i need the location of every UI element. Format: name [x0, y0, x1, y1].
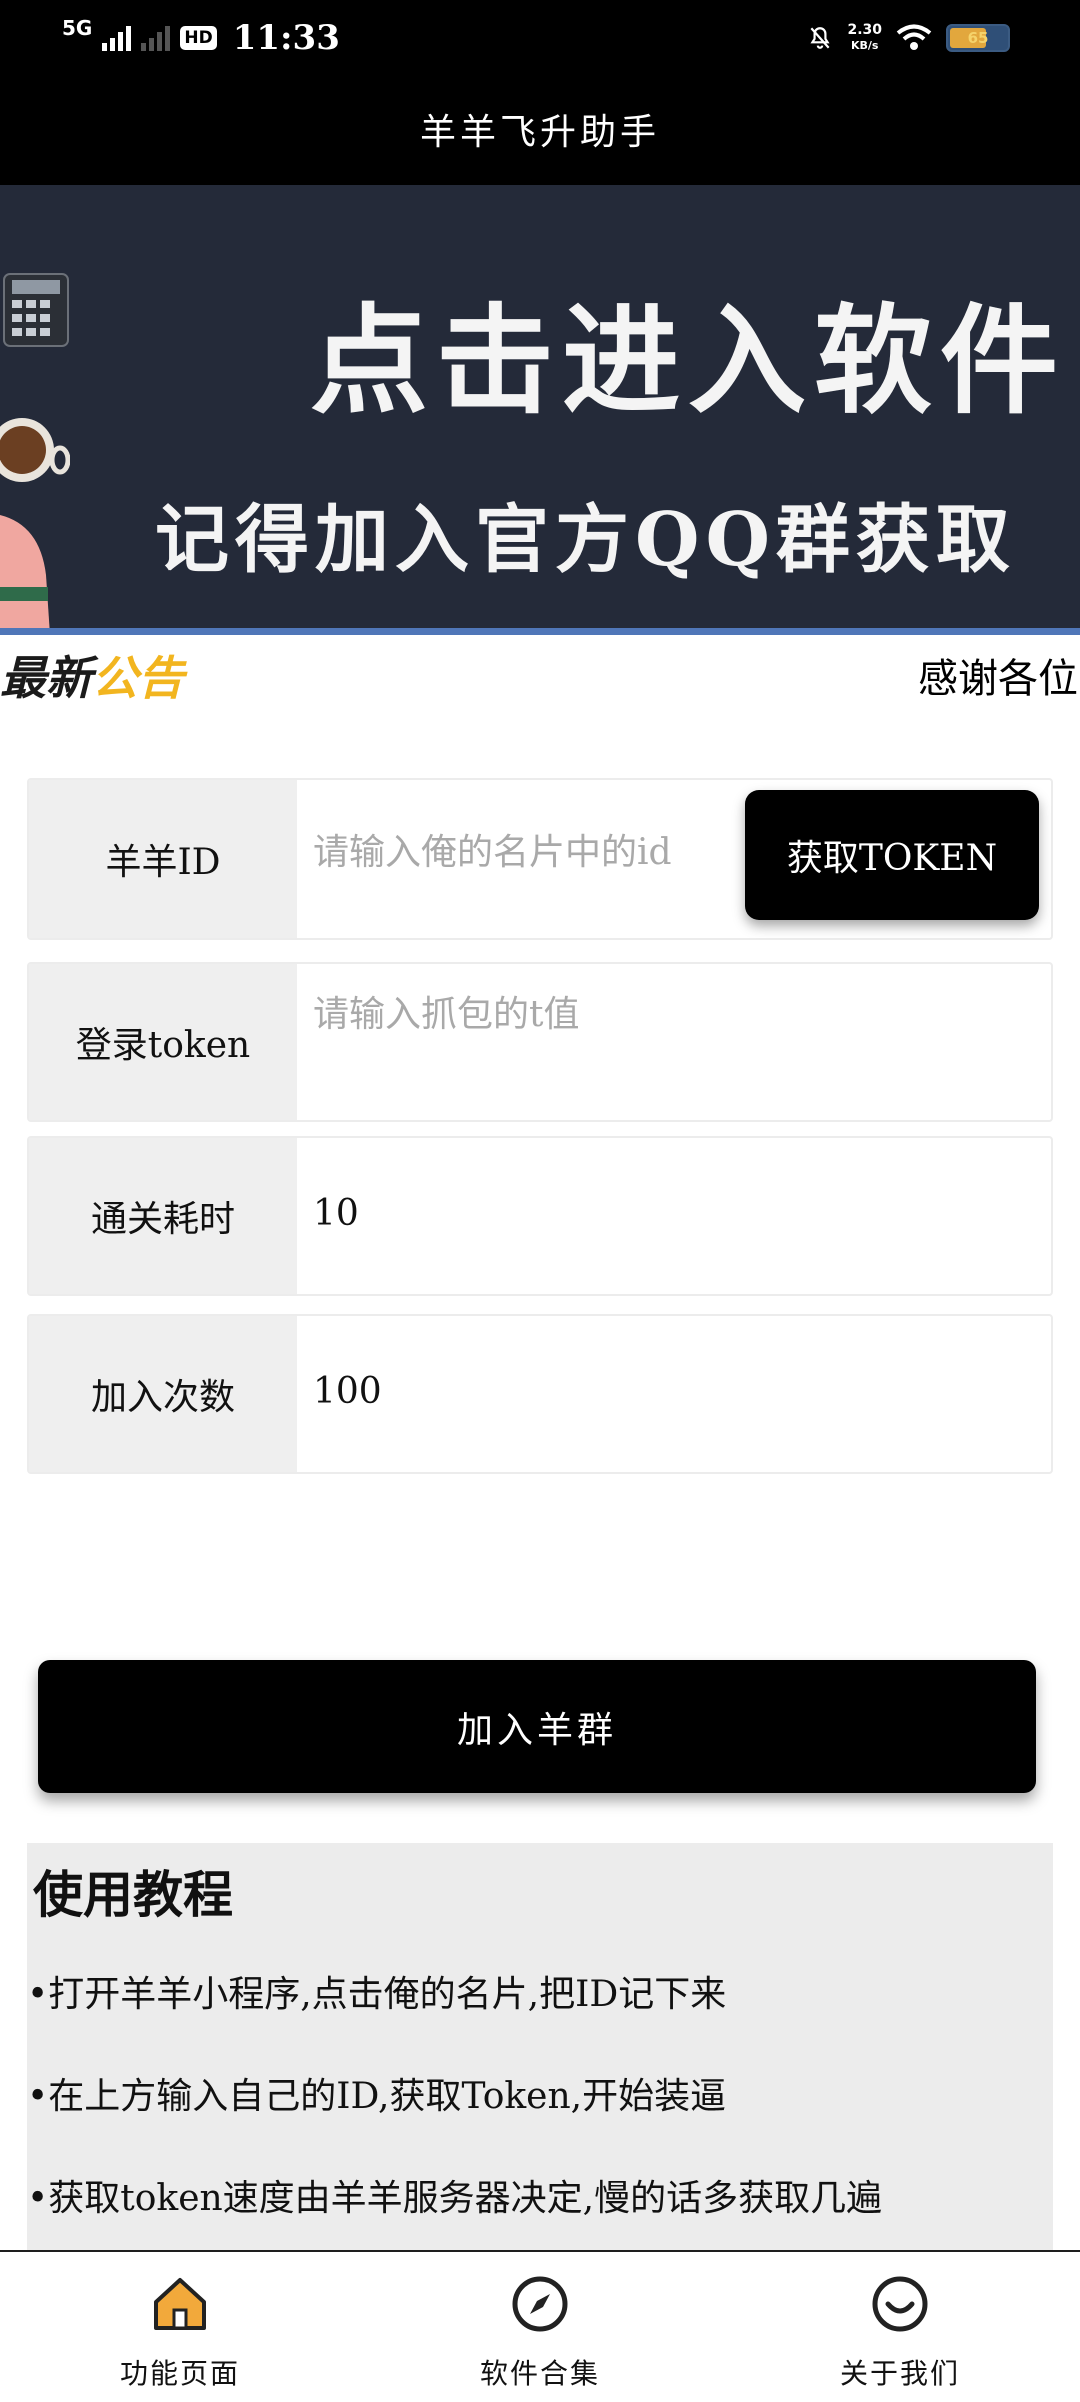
login-token-row: 登录token — [27, 962, 1053, 1122]
signal-icon — [102, 25, 132, 51]
nav-item-features[interactable]: 功能页面 — [0, 2252, 360, 2402]
tutorial-panel: 使用教程 •打开羊羊小程序,点击俺的名片,把ID记下来 •在上方输入自己的ID,… — [27, 1843, 1053, 2253]
calculator-icon — [3, 273, 69, 347]
banner-subline: 记得加入官方QQ群获取 — [155, 497, 1016, 583]
page-title: 羊羊飞升助手 — [0, 80, 1080, 185]
signal-2-icon — [141, 25, 171, 51]
clear-time-label: 通关耗时 — [29, 1138, 297, 1294]
promo-banner[interactable]: 点击进入软件 记得加入官方QQ群获取 — [0, 185, 1080, 635]
sheep-id-input[interactable] — [313, 832, 731, 873]
clock: 11:33 — [232, 18, 340, 58]
join-count-input[interactable] — [313, 1371, 1031, 1412]
compass-icon — [512, 2276, 568, 2332]
notice-logo: 最新公告 — [0, 651, 184, 700]
hd-badge: HD — [180, 26, 217, 50]
network-speed: 2.30 KB/s — [847, 22, 882, 52]
hand-illustration — [0, 515, 50, 635]
home-icon — [154, 2278, 206, 2330]
tutorial-step: •在上方输入自己的ID,获取Token,开始装逼 — [27, 2076, 727, 2117]
clear-time-input[interactable] — [313, 1193, 1031, 1234]
login-token-label: 登录token — [29, 964, 297, 1120]
nav-item-software[interactable]: 软件合集 — [360, 2252, 720, 2402]
join-count-label: 加入次数 — [29, 1316, 297, 1472]
muted-bell-icon — [810, 27, 830, 49]
get-token-button[interactable]: 获取TOKEN — [745, 790, 1039, 920]
join-flock-button[interactable]: 加入羊群 — [38, 1660, 1036, 1793]
tutorial-step: •获取token速度由羊羊服务器决定,慢的话多获取几遍 — [27, 2178, 883, 2219]
sheep-id-row: 羊羊ID 获取TOKEN — [27, 778, 1053, 940]
bottom-nav: 功能页面 软件合集 关于我们 — [0, 2250, 1080, 2400]
sheep-id-label: 羊羊ID — [29, 780, 297, 938]
banner-divider — [0, 628, 1080, 635]
status-bar: 5G HD 11:33 2.30 KB/s 65 — [0, 0, 1080, 80]
notice-bar[interactable]: 最新公告 感谢各位 — [0, 640, 1080, 700]
wifi-icon — [896, 24, 932, 50]
smiley-icon — [872, 2276, 928, 2332]
clear-time-row: 通关耗时 — [27, 1136, 1053, 1296]
login-token-input[interactable] — [313, 994, 1031, 1035]
tutorial-title: 使用教程 — [33, 1866, 233, 1924]
battery-icon: 65 — [946, 24, 1010, 52]
coffee-cup-icon — [0, 418, 70, 482]
network-type: 5G — [62, 16, 93, 40]
nav-item-about[interactable]: 关于我们 — [720, 2252, 1080, 2402]
banner-headline: 点击进入软件 — [310, 291, 1067, 430]
join-count-row: 加入次数 — [27, 1314, 1053, 1474]
notice-marquee-text: 感谢各位 — [918, 656, 1078, 700]
tutorial-step: •打开羊羊小程序,点击俺的名片,把ID记下来 — [27, 1974, 727, 2015]
